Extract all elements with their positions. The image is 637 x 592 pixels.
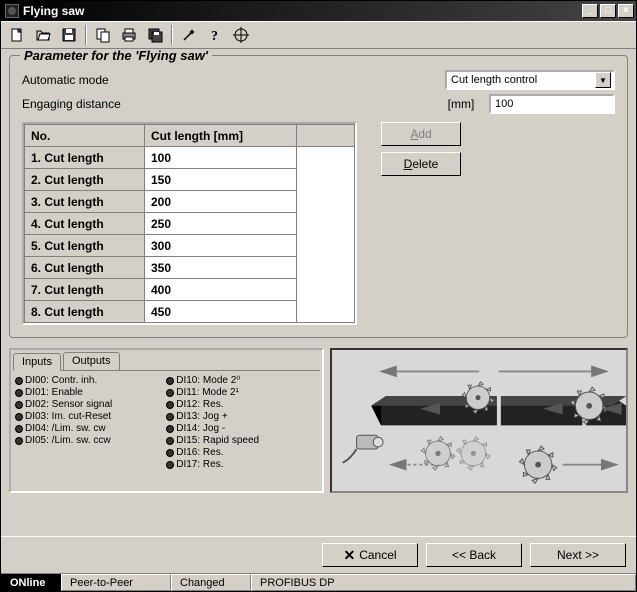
add-button[interactable]: Add [381, 122, 461, 146]
led-icon [15, 437, 23, 445]
title-bar: Flying saw _ □ × [1, 1, 636, 21]
led-icon [166, 449, 174, 457]
led-icon [166, 401, 174, 409]
io-col-2: DI10: Mode 2⁰ DI11: Mode 2¹ DI12: Res. D… [166, 375, 317, 471]
close-button[interactable]: × [618, 4, 634, 18]
led-icon [166, 425, 174, 433]
engaging-distance-unit: [mm] [441, 97, 481, 111]
close-icon: ✕ [343, 547, 355, 564]
led-icon [166, 413, 174, 421]
chevron-down-icon: ▼ [595, 72, 611, 88]
automatic-mode-value: Cut length control [451, 74, 537, 86]
status-bus: PROFIBUS DP [251, 574, 636, 591]
led-icon [15, 377, 23, 385]
status-bar: ONline Peer-to-Peer Changed PROFIBUS DP [1, 573, 636, 591]
diagram-image [330, 348, 628, 493]
open-icon[interactable] [31, 24, 55, 46]
help-icon[interactable]: ? [203, 24, 227, 46]
wand-icon[interactable] [177, 24, 201, 46]
back-button[interactable]: << Back [426, 543, 522, 567]
status-online: ONline [1, 574, 61, 591]
io-panel: Inputs Outputs DI00: Contr. inh. DI01: E… [9, 348, 324, 493]
delete-button[interactable]: Delete [381, 152, 461, 176]
svg-text:?: ? [211, 29, 218, 43]
app-icon [5, 4, 19, 18]
save-icon[interactable] [57, 24, 81, 46]
automatic-mode-select[interactable]: Cut length control ▼ [445, 70, 615, 90]
group-legend: Parameter for the 'Flying saw' [20, 49, 212, 63]
col-blank [297, 125, 355, 147]
led-icon [15, 425, 23, 433]
wizard-footer: ✕ Cancel << Back Next >> [1, 536, 636, 573]
col-cutlength: Cut length [mm] [145, 125, 297, 147]
cancel-button[interactable]: ✕ Cancel [322, 543, 418, 567]
led-icon [166, 437, 174, 445]
led-icon [15, 413, 23, 421]
window-title: Flying saw [23, 4, 580, 18]
new-icon[interactable] [5, 24, 29, 46]
tab-inputs[interactable]: Inputs [13, 353, 61, 371]
saveall-icon[interactable] [143, 24, 167, 46]
tab-outputs[interactable]: Outputs [63, 352, 120, 370]
status-changed: Changed [171, 574, 251, 591]
led-icon [15, 389, 23, 397]
io-col-1: DI00: Contr. inh. DI01: Enable DI02: Sen… [15, 375, 166, 471]
led-icon [166, 377, 174, 385]
print-icon[interactable] [117, 24, 141, 46]
minimize-button[interactable]: _ [582, 4, 598, 18]
app-window: Flying saw _ □ × ? Parameter for the 'Fl… [0, 0, 637, 592]
led-icon [166, 389, 174, 397]
engaging-distance-label: Engaging distance [22, 97, 222, 111]
status-peer: Peer-to-Peer [61, 574, 171, 591]
table-row: 1. Cut length100 [25, 147, 355, 169]
copy-icon[interactable] [91, 24, 115, 46]
col-no: No. [25, 125, 145, 147]
led-icon [166, 461, 174, 469]
toolbar: ? [1, 21, 636, 49]
maximize-button[interactable]: □ [600, 4, 616, 18]
led-icon [15, 401, 23, 409]
parameter-group: Parameter for the 'Flying saw' Automatic… [9, 55, 628, 338]
target-icon[interactable] [229, 24, 253, 46]
engaging-distance-input[interactable]: 100 [489, 94, 615, 114]
cut-length-table[interactable]: No. Cut length [mm] 1. Cut length100 2. … [22, 122, 357, 325]
next-button[interactable]: Next >> [530, 543, 626, 567]
automatic-mode-label: Automatic mode [22, 73, 222, 87]
